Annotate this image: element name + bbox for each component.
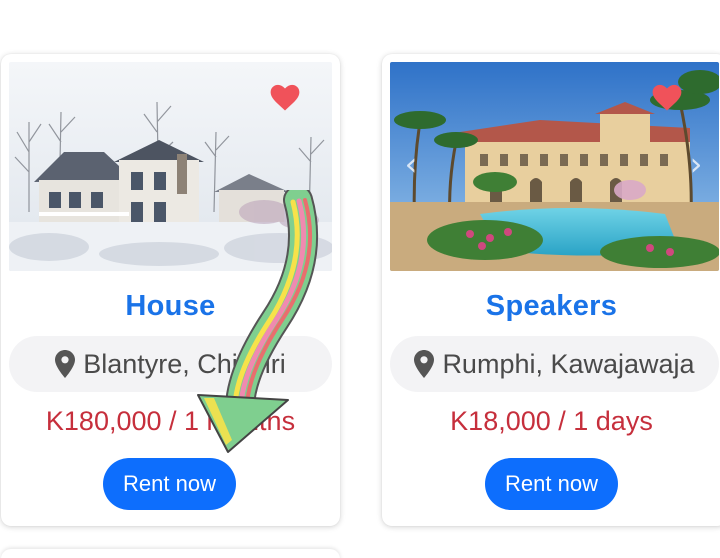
favorite-heart-icon[interactable] xyxy=(652,84,682,112)
chevron-right-icon[interactable]: › xyxy=(685,146,707,182)
location-pill: Rumphi, Kawajawaja xyxy=(390,336,719,392)
price-text: K18,000 / 1 days xyxy=(450,406,653,436)
location-text: Blantyre, Chitsiiri xyxy=(83,348,286,379)
rent-now-button[interactable]: Rent now xyxy=(103,458,236,510)
listing-title: Speakers xyxy=(485,290,618,322)
map-pin-icon xyxy=(55,350,76,378)
next-listing-card-edge[interactable] xyxy=(1,549,340,558)
favorite-heart-icon[interactable] xyxy=(270,84,300,112)
listing-card-speakers[interactable]: ‹ › Speakers Rumphi, Kawajawaja K18,000 … xyxy=(382,54,720,526)
rent-now-button[interactable]: Rent now xyxy=(485,458,618,510)
price-text: K180,000 / 1 months xyxy=(45,406,296,436)
location-pill: Blantyre, Chitsiiri xyxy=(9,336,332,392)
map-pin-icon xyxy=(414,350,435,378)
chevron-left-icon[interactable]: ‹ xyxy=(400,146,422,182)
listing-title: House xyxy=(125,290,216,322)
listing-card-house[interactable]: House Blantyre, Chitsiiri K180,000 / 1 m… xyxy=(1,54,340,526)
location-text: Rumphi, Kawajawaja xyxy=(442,348,695,379)
